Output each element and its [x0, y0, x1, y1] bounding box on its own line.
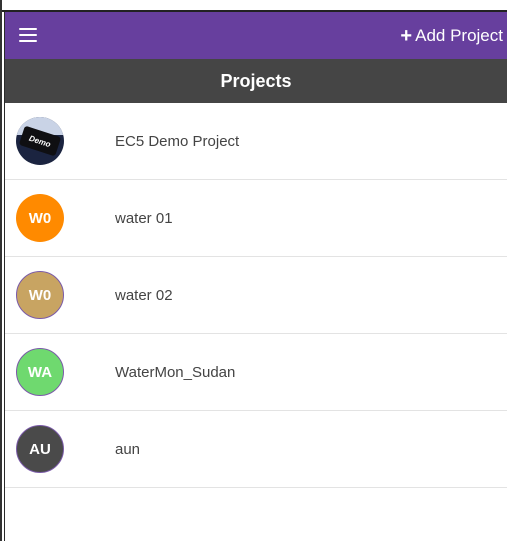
project-logo-avatar: Demo: [16, 117, 64, 165]
add-project-button[interactable]: + Add Project: [400, 12, 503, 59]
logo-text: Demo: [28, 133, 52, 149]
project-name: aun: [115, 441, 141, 458]
project-row-water-01[interactable]: W0 water 01: [5, 180, 507, 257]
app-window: + Add Project Projects Demo EC5 Demo Pro…: [0, 0, 507, 541]
page-title: Projects: [220, 70, 292, 91]
app-content: + Add Project Projects Demo EC5 Demo Pro…: [5, 12, 507, 541]
window-left-border: [0, 0, 2, 541]
window-top-strip: [0, 0, 507, 12]
project-avatar: W0: [16, 194, 64, 242]
project-name: WaterMon_Sudan: [115, 364, 236, 381]
project-avatar: W0: [16, 271, 64, 319]
project-row-water-02[interactable]: W0 water 02: [5, 257, 507, 334]
project-name: water 02: [115, 287, 173, 304]
add-project-label: Add Project: [415, 25, 503, 45]
project-row-ec5-demo[interactable]: Demo EC5 Demo Project: [5, 103, 507, 180]
plus-icon: +: [400, 24, 413, 47]
project-name: water 01: [115, 210, 173, 227]
project-avatar: AU: [16, 425, 64, 473]
project-row-aun[interactable]: AU aun: [5, 411, 507, 488]
app-bar: + Add Project: [5, 12, 507, 59]
hamburger-menu-icon[interactable]: [19, 26, 41, 44]
project-avatar: WA: [16, 348, 64, 396]
project-list: Demo EC5 Demo Project W0 water 01 W0 wat…: [5, 103, 507, 488]
project-name: EC5 Demo Project: [115, 133, 240, 150]
page-title-bar: Projects: [5, 59, 507, 103]
project-row-watermon-sudan[interactable]: WA WaterMon_Sudan: [5, 334, 507, 411]
